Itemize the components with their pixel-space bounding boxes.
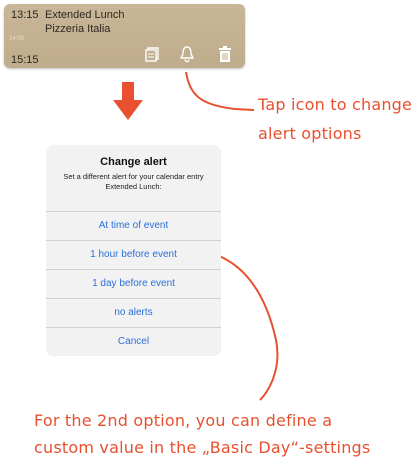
trash-icon[interactable] (216, 45, 234, 63)
notes-icon[interactable] (143, 45, 161, 63)
event-location: Pizzeria Italia (45, 23, 111, 35)
change-alert-dialog: Change alert Set a different alert for y… (46, 145, 221, 356)
annotation-basic-day-settings: For the 2nd option, you can define a cus… (34, 407, 416, 461)
bell-icon[interactable] (178, 45, 196, 63)
faint-time-label: 14:00 (9, 36, 25, 42)
option-at-time-of-event[interactable]: At time of event (46, 212, 221, 241)
annotation-line: custom value in the „Basic Day“-settings (34, 438, 371, 457)
event-card[interactable]: 13:15 Extended Lunch Pizzeria Italia 14:… (4, 4, 245, 68)
option-1-hour-before[interactable]: 1 hour before event (46, 241, 221, 270)
cancel-button[interactable]: Cancel (46, 328, 221, 356)
event-end-time: 15:15 (11, 54, 39, 66)
down-arrow-icon (113, 82, 143, 120)
dialog-title: Change alert (100, 156, 167, 168)
event-start-time: 13:15 (11, 9, 39, 21)
annotation-line: Tap icon to change (258, 95, 413, 114)
annotation-tap-icon: Tap icon to change alert options (258, 90, 416, 148)
option-no-alerts[interactable]: no alerts (46, 299, 221, 328)
annotation-line: alert options (258, 124, 362, 143)
annotation-line: For the 2nd option, you can define a (34, 411, 333, 430)
dialog-message: Set a different alert for your calendar … (63, 172, 204, 191)
change-alert-sheet: Change alert Set a different alert for y… (46, 145, 221, 356)
event-title: Extended Lunch (45, 9, 125, 21)
dialog-header: Change alert Set a different alert for y… (46, 145, 221, 212)
option-1-day-before[interactable]: 1 day before event (46, 270, 221, 299)
